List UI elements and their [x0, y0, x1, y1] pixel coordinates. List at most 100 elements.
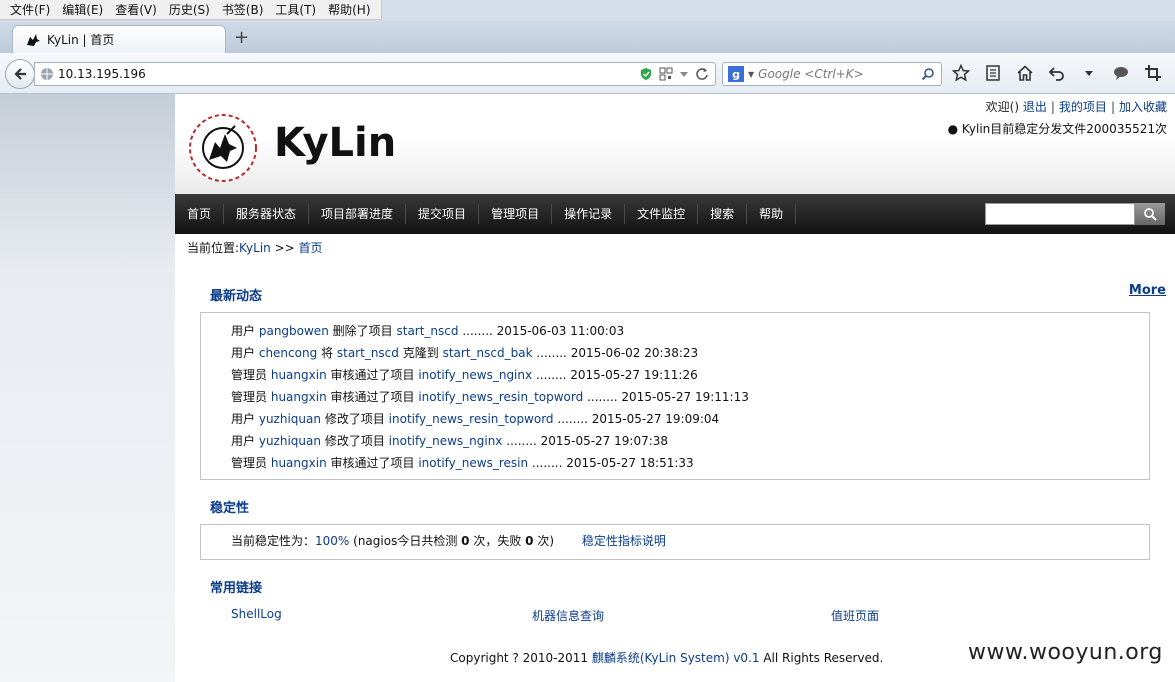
logout-link[interactable]: 退出 [1023, 100, 1047, 114]
activity-user-link[interactable]: chencong [259, 346, 317, 360]
kylin-logo[interactable] [187, 112, 259, 184]
nav-operation-log[interactable]: 操作记录 [552, 204, 626, 224]
activity-time: ........ 2015-06-03 11:00:03 [462, 324, 625, 338]
site-search-input[interactable] [985, 203, 1135, 225]
activity-role: 用户 [231, 346, 256, 360]
qr-code-icon[interactable] [659, 67, 673, 81]
url-text[interactable]: 10.13.195.196 [58, 67, 639, 81]
nav-search[interactable]: 搜索 [698, 204, 748, 224]
shield-icon[interactable] [639, 67, 653, 81]
nav-home[interactable]: 首页 [175, 204, 225, 224]
breadcrumb: 当前位置:KyLin >> 首页 [187, 239, 323, 256]
stability-row: 当前稳定性为：100% (nagios今日共检测 0 次，失败 0 次) 稳定性… [201, 525, 1149, 557]
activity-target-link[interactable]: start_nscd [337, 346, 399, 360]
breadcrumb-prefix: 当前位置: [187, 241, 240, 255]
stability-text2: 次，失败 [469, 534, 526, 548]
activity-target-link[interactable]: inotify_news_resin_topword [418, 390, 583, 404]
search-placeholder[interactable]: Google <Ctrl+K> [758, 67, 921, 81]
menu-tools[interactable]: 工具(T) [269, 1, 322, 18]
nav-file-monitor[interactable]: 文件监控 [625, 204, 699, 224]
activity-role: 管理员 [231, 390, 268, 404]
footer-text2: All Rights Reserved. [759, 651, 884, 665]
activity-target-link[interactable]: start_nscd [396, 324, 458, 338]
activity-target2-link[interactable]: start_nscd_bak [443, 346, 533, 360]
more-link[interactable]: More [1129, 283, 1166, 298]
menu-history[interactable]: 历史(S) [163, 1, 216, 18]
activity-user-link[interactable]: yuzhiquan [259, 412, 321, 426]
activity-user-link[interactable]: yuzhiquan [259, 434, 321, 448]
nav-help[interactable]: 帮助 [747, 204, 797, 224]
undo-icon[interactable] [1046, 62, 1068, 84]
activity-role: 管理员 [231, 368, 268, 382]
welcome-text: 欢迎() [985, 100, 1020, 114]
separator: | [1110, 100, 1115, 114]
menu-help[interactable]: 帮助(H) [322, 1, 376, 18]
nav-manage-project[interactable]: 管理项目 [479, 204, 553, 224]
activity-action: 审核通过了项目 [330, 390, 415, 404]
activity-time: ........ 2015-05-27 18:51:33 [531, 456, 694, 470]
activity-time: ........ 2015-05-27 19:09:04 [557, 412, 720, 426]
activity-target-link[interactable]: inotify_news_resin [418, 456, 528, 470]
activity-target-link[interactable]: inotify_news_nginx [418, 368, 532, 382]
stability-doc-link[interactable]: 稳定性指标说明 [582, 534, 666, 548]
menu-list: 文件(F) 编辑(E) 查看(V) 历史(S) 书签(B) 工具(T) 帮助(H… [0, 0, 382, 20]
toolbar-icons [950, 62, 1164, 84]
address-bar[interactable]: 10.13.195.196 [34, 62, 716, 86]
site-search-button[interactable] [1135, 203, 1165, 225]
activity-mid: 克隆到 [402, 346, 439, 360]
bookmarks-list-icon[interactable] [982, 62, 1004, 84]
breadcrumb-current[interactable]: 首页 [299, 241, 323, 255]
user-links: 欢迎() 退出 | 我的项目 | 加入收藏 [986, 98, 1167, 115]
stability-value[interactable]: 100% [315, 534, 349, 548]
nav-server-status[interactable]: 服务器状态 [224, 204, 310, 224]
dropdown-arrow-icon[interactable] [679, 69, 689, 79]
undo-dropdown-icon[interactable] [1078, 62, 1100, 84]
shelllog-link[interactable]: ShellLog [231, 607, 282, 621]
menu-bookmarks[interactable]: 书签(B) [216, 1, 270, 18]
tab-strip: KyLin | 首页 + [0, 21, 1175, 53]
breadcrumb-root[interactable]: KyLin [239, 241, 271, 255]
machine-info-link[interactable]: 机器信息查询 [532, 607, 604, 624]
new-tab-button[interactable]: + [234, 29, 249, 47]
back-button[interactable] [5, 59, 35, 89]
add-favorite-link[interactable]: 加入收藏 [1119, 100, 1167, 114]
menu-file[interactable]: 文件(F) [4, 1, 56, 18]
chat-icon[interactable] [1110, 62, 1132, 84]
activity-user-link[interactable]: pangbowen [259, 324, 329, 338]
menu-view[interactable]: 查看(V) [109, 1, 163, 18]
links-title: 常用链接 [210, 581, 263, 596]
activity-user-link[interactable]: huangxin [271, 368, 327, 382]
search-bar[interactable]: g ▼ Google <Ctrl+K> [722, 62, 942, 86]
stability-box: 当前稳定性为：100% (nagios今日共检测 0 次，失败 0 次) 稳定性… [200, 524, 1150, 560]
activity-action: 审核通过了项目 [330, 368, 415, 382]
my-projects-link[interactable]: 我的项目 [1059, 100, 1107, 114]
duty-page-link[interactable]: 值班页面 [831, 607, 879, 624]
reload-icon[interactable] [695, 67, 709, 81]
separator: | [1050, 100, 1055, 114]
footer-link[interactable]: 麒麟系统(KyLin System) v0.1 [592, 651, 760, 665]
menu-edit[interactable]: 编辑(E) [56, 1, 109, 18]
activity-user-link[interactable]: huangxin [271, 456, 327, 470]
bookmark-star-icon[interactable] [950, 62, 972, 84]
activity-user-link[interactable]: huangxin [271, 390, 327, 404]
google-engine-icon[interactable]: g [728, 66, 744, 82]
activity-role: 用户 [231, 434, 256, 448]
activity-box: 用户 pangbowen 删除了项目 start_nscd ........ 2… [200, 312, 1150, 480]
activity-role: 用户 [231, 324, 256, 338]
activity-action: 审核通过了项目 [330, 456, 415, 470]
footer-text1: Copyright ? 2010-2011 [450, 651, 592, 665]
magnifier-icon[interactable] [921, 67, 935, 81]
browser-tab[interactable]: KyLin | 首页 [12, 25, 226, 53]
navigation-toolbar: 10.13.195.196 g ▼ Google <Ctrl+K> [0, 53, 1175, 94]
url-icons [639, 67, 709, 81]
breadcrumb-sep: >> [270, 241, 299, 255]
activity-target-link[interactable]: inotify_news_nginx [389, 434, 503, 448]
kylin-page: KyLin 欢迎() 退出 | 我的项目 | 加入收藏 ● Kylin目前稳定分发文件2… [175, 94, 1175, 682]
crop-tool-icon[interactable] [1142, 62, 1164, 84]
activity-target-link[interactable]: inotify_news_resin_topword [389, 412, 554, 426]
menu-bar: 文件(F) 编辑(E) 查看(V) 历史(S) 书签(B) 工具(T) 帮助(H… [0, 0, 1175, 21]
home-icon[interactable] [1014, 62, 1036, 84]
nav-deploy-progress[interactable]: 项目部署进度 [309, 204, 407, 224]
nav-submit-project[interactable]: 提交项目 [406, 204, 480, 224]
engine-dropdown-icon[interactable]: ▼ [748, 70, 754, 79]
